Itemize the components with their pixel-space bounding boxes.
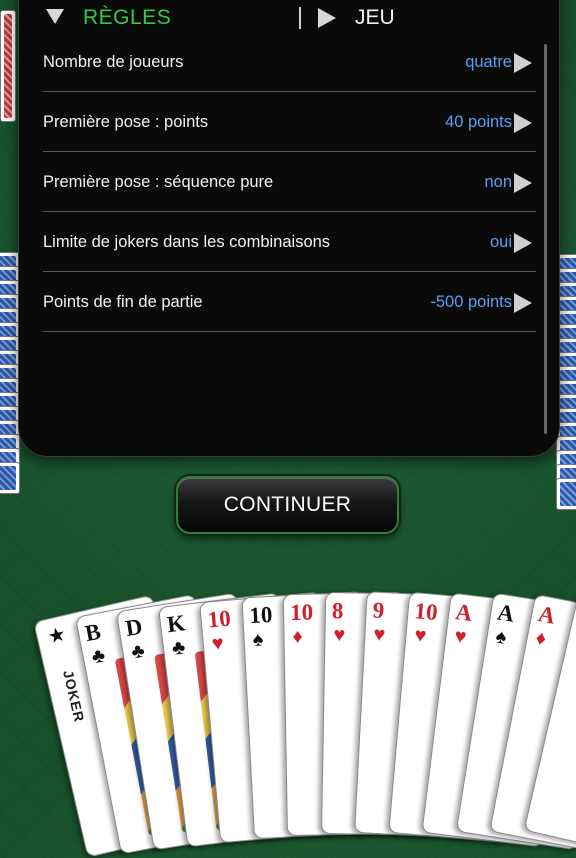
card-rank: A	[536, 600, 558, 629]
card-rank: 10	[413, 598, 439, 626]
card-rank: A	[495, 599, 516, 627]
card-suit-icon: ♦	[533, 626, 549, 651]
card-suit-icon: ♠	[251, 628, 264, 652]
card-rank: K	[165, 609, 186, 637]
card-suit-icon: ♥	[413, 624, 427, 648]
card-suit-icon: ♥	[332, 623, 346, 647]
card-suit-icon: ♥	[372, 623, 386, 647]
card-suit-icon: ♥	[210, 632, 225, 656]
card-rank: 10	[248, 602, 273, 629]
card-rank: 10	[289, 599, 314, 625]
joker-label: JOKER	[60, 668, 88, 725]
card-rank: A	[454, 598, 474, 626]
card-suit-icon: ★	[45, 623, 69, 650]
card-suit-icon: ♣	[170, 635, 187, 660]
card-rank: 9	[372, 597, 385, 624]
card-suit-icon: ♣	[129, 639, 147, 664]
card-suit-icon: ♠	[493, 625, 508, 650]
card-rank: B	[82, 618, 103, 646]
card-suit-icon: ♥	[453, 624, 468, 649]
card-suit-icon: ♣	[89, 644, 107, 669]
card-rank: 10	[206, 605, 232, 633]
card-rank: D	[123, 613, 145, 642]
card-suit-icon: ♦	[292, 625, 303, 648]
card-rank: 8	[331, 597, 344, 624]
player-hand: ★JOKERB♣D♣K♣10♥♥10♠♠10♦♦8♥♥9♥♥10♥♥A♥♥A♠♠…	[0, 0, 576, 858]
